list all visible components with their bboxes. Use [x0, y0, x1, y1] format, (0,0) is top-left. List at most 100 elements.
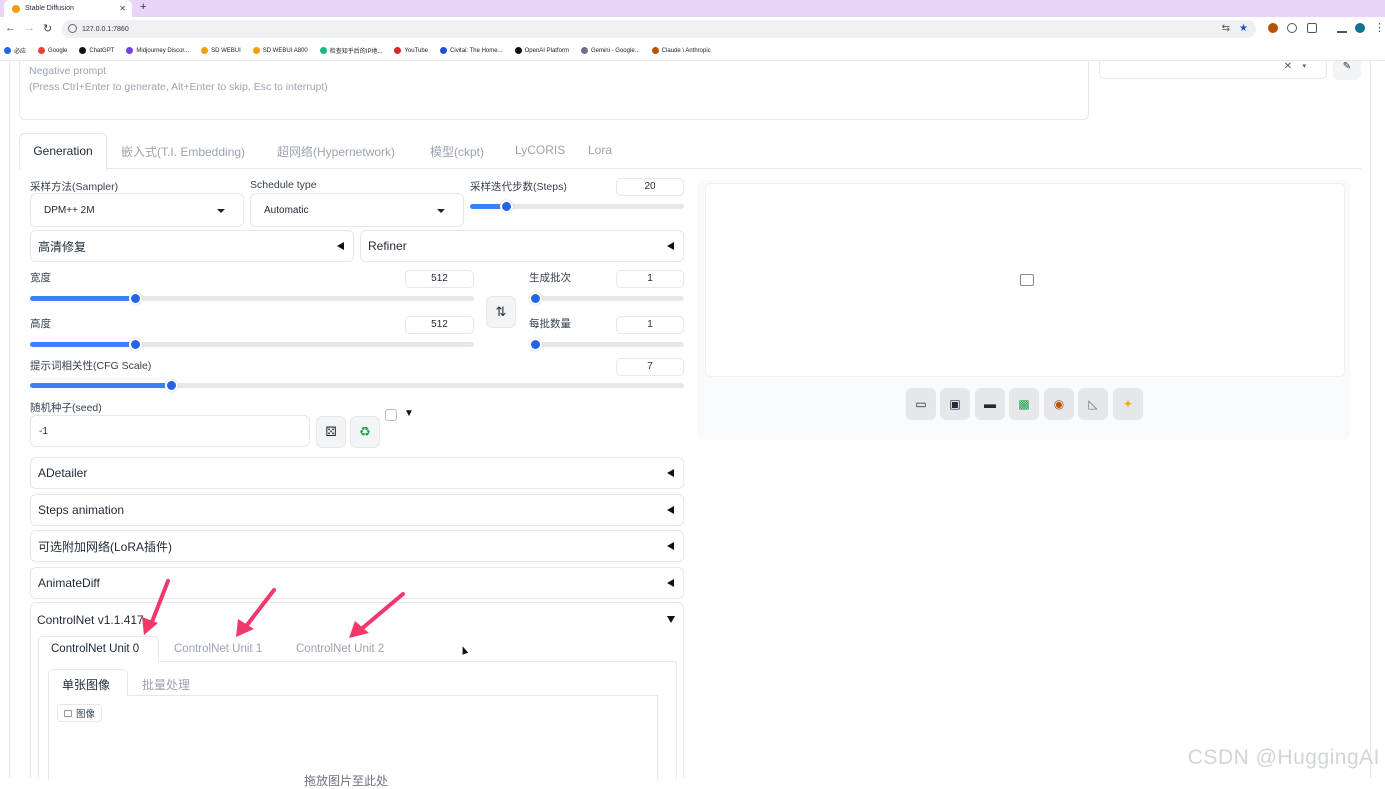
- menu-icon[interactable]: ⋮: [1374, 21, 1385, 34]
- collapse-triangle-icon: [667, 542, 674, 550]
- controlnet-title[interactable]: ControlNet v1.1.417: [37, 613, 144, 627]
- bookmark-item[interactable]: Google: [38, 47, 67, 54]
- bookmark-item[interactable]: Civitai: The Home...: [440, 47, 503, 54]
- bookmark-item[interactable]: 检查知乎后的IP地...: [319, 46, 382, 55]
- sampler-dropdown[interactable]: DPM++ 2M: [30, 193, 244, 227]
- tab-1[interactable]: 嵌入式(T.I. Embedding): [121, 143, 245, 160]
- history-icon[interactable]: [1287, 23, 1297, 33]
- bookmark-item[interactable]: OpenAI Platform: [514, 47, 569, 54]
- cfg-slider-thumb[interactable]: [165, 379, 178, 392]
- width-input[interactable]: 512: [405, 270, 474, 288]
- height-input[interactable]: 512: [405, 316, 474, 334]
- tab-3[interactable]: 模型(ckpt): [430, 143, 484, 160]
- tab-single-image[interactable]: 单张图像: [62, 676, 110, 693]
- height-slider-thumb[interactable]: [129, 338, 142, 351]
- tab-controlnet-unit-0[interactable]: ControlNet Unit 0: [51, 643, 139, 655]
- bookmark-item[interactable]: Midjourney Discor...: [126, 47, 189, 54]
- cfg-input[interactable]: 7: [616, 358, 684, 376]
- bookmark-star-icon[interactable]: ★: [1239, 23, 1248, 34]
- batch-size-slider[interactable]: [529, 338, 684, 351]
- batch-count-slider[interactable]: [529, 292, 684, 305]
- tab-0[interactable]: Generation: [19, 133, 107, 170]
- hires-fix-accordion[interactable]: 高清修复: [30, 230, 354, 262]
- back-icon[interactable]: ←: [5, 22, 16, 34]
- bookmark-item[interactable]: YouTube: [394, 47, 428, 54]
- site-info-icon[interactable]: [68, 24, 77, 33]
- clear-styles-icon[interactable]: ✕: [1284, 61, 1292, 72]
- extra-seed-checkbox[interactable]: [385, 409, 397, 421]
- extensions-puzzle-icon[interactable]: [1307, 23, 1317, 33]
- accordion-item[interactable]: ADetailer: [30, 457, 684, 489]
- extra-seed-caret-icon[interactable]: ▼: [404, 408, 414, 419]
- forward-icon[interactable]: →: [24, 22, 35, 34]
- upscale-button[interactable]: ✦: [1113, 388, 1143, 420]
- refiner-accordion[interactable]: Refiner: [360, 230, 684, 262]
- profile-avatar-icon[interactable]: [1355, 23, 1365, 33]
- favicon-icon: [12, 4, 20, 13]
- schedule-label: Schedule type: [250, 179, 317, 191]
- reload-icon[interactable]: ↻: [43, 22, 52, 35]
- batch-count-slider-thumb[interactable]: [529, 292, 542, 305]
- tab-4[interactable]: LyCORIS: [515, 143, 565, 157]
- bookmark-item[interactable]: SD WEBUI: [201, 47, 241, 54]
- batch-size-slider-thumb[interactable]: [529, 338, 542, 351]
- controlnet-units: ControlNet Unit 0 ControlNet Unit 1 Cont…: [38, 636, 677, 788]
- zip-button[interactable]: ▬: [975, 388, 1005, 420]
- schedule-dropdown[interactable]: Automatic: [250, 193, 464, 227]
- accordion-item[interactable]: Steps animation: [30, 494, 684, 526]
- bookmark-item[interactable]: Gemini - Google...: [580, 47, 640, 54]
- bookmark-favicon-icon: [394, 47, 402, 54]
- sampler-value: DPM++ 2M: [44, 204, 95, 216]
- extension-icon[interactable]: [1268, 23, 1278, 33]
- send-to-extras-button[interactable]: ◺: [1078, 388, 1108, 420]
- ruler-icon: ◺: [1088, 397, 1098, 411]
- negative-prompt-input[interactable]: Negative prompt (Press Ctrl+Enter to gen…: [19, 61, 1089, 120]
- seed-input[interactable]: -1: [30, 415, 310, 447]
- open-folder-button[interactable]: ▭: [906, 388, 936, 420]
- batch-size-input[interactable]: 1: [616, 316, 684, 334]
- bookmark-label: Midjourney Discor...: [136, 47, 190, 54]
- bookmark-item[interactable]: SD WEBUI A800: [252, 47, 308, 54]
- close-tab-icon[interactable]: ✕: [119, 4, 126, 13]
- download-icon[interactable]: [1337, 23, 1347, 33]
- bookmark-item[interactable]: Claude \ Anthropic: [651, 47, 711, 54]
- swap-dimensions-button[interactable]: ⇅: [486, 296, 516, 328]
- expand-triangle-icon[interactable]: [667, 616, 675, 623]
- bookmark-favicon-icon: [440, 47, 448, 54]
- reuse-seed-button[interactable]: ♻: [350, 416, 380, 448]
- cfg-slider[interactable]: [30, 379, 684, 392]
- send-to-inpaint-button[interactable]: ◉: [1044, 388, 1074, 420]
- accordion-label: 可选附加网络(LoRA插件): [38, 539, 173, 554]
- translate-icon[interactable]: ⇆: [1222, 23, 1230, 34]
- random-seed-button[interactable]: ⚄: [316, 416, 346, 448]
- edit-styles-button[interactable]: ✎: [1333, 61, 1361, 80]
- tab-5[interactable]: Lora: [588, 143, 612, 157]
- browser-tab[interactable]: Stable Diffusion ✕: [4, 0, 132, 17]
- image-upload-area[interactable]: 图像 拖放图片至此处: [48, 695, 658, 788]
- batch-count-input[interactable]: 1: [616, 270, 684, 288]
- bookmark-favicon-icon: [580, 47, 588, 54]
- bookmark-label: YouTube: [404, 47, 429, 54]
- tab-controlnet-unit-1[interactable]: ControlNet Unit 1: [174, 643, 262, 655]
- tab-batch[interactable]: 批量处理: [142, 676, 190, 693]
- width-slider[interactable]: [30, 292, 474, 305]
- collapse-triangle-icon: [337, 242, 344, 250]
- collapse-triangle-icon: [667, 242, 674, 250]
- steps-slider-thumb[interactable]: [500, 200, 513, 213]
- address-bar[interactable]: 127.0.0.1:7860 ⇆ ★: [62, 20, 1256, 38]
- save-button[interactable]: ▣: [940, 388, 970, 420]
- tab-controlnet-unit-2[interactable]: ControlNet Unit 2: [296, 643, 384, 655]
- accordion-item[interactable]: 可选附加网络(LoRA插件): [30, 530, 684, 562]
- width-slider-thumb[interactable]: [129, 292, 142, 305]
- bookmark-item[interactable]: 必应: [4, 46, 26, 55]
- styles-dropdown[interactable]: ✕ ▾: [1099, 61, 1327, 79]
- webui-page: Negative prompt (Press Ctrl+Enter to gen…: [0, 61, 1385, 788]
- tab-2[interactable]: 超网络(Hypernetwork): [277, 143, 395, 160]
- new-tab-button[interactable]: +: [140, 1, 146, 13]
- bookmark-item[interactable]: ChatGPT: [79, 47, 114, 54]
- bookmark-label: SD WEBUI: [211, 47, 241, 54]
- steps-input[interactable]: 20: [616, 178, 684, 196]
- height-slider[interactable]: [30, 338, 474, 351]
- send-to-img2img-button[interactable]: ▩: [1009, 388, 1039, 420]
- steps-slider[interactable]: [470, 200, 684, 213]
